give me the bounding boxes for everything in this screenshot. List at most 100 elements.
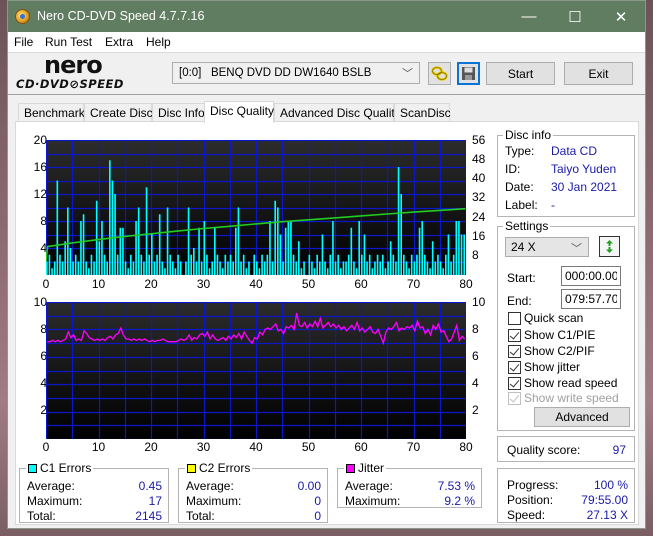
y-tick-label: 6 bbox=[40, 349, 47, 363]
c1-bar bbox=[200, 261, 203, 275]
c1-bar bbox=[376, 254, 379, 275]
checkmark-icon bbox=[508, 344, 521, 358]
y-tick-label: 20 bbox=[33, 133, 47, 147]
c1-bar bbox=[300, 268, 303, 275]
c1-color-swatch bbox=[28, 463, 37, 473]
tab-create-disc[interactable]: Create Disc bbox=[84, 103, 153, 122]
y-tick-label: 12 bbox=[33, 187, 47, 201]
end-time-input[interactable] bbox=[561, 289, 621, 309]
drive-select[interactable]: [0:0] BENQ DVD DD DW1640 BSLB ﹀ bbox=[172, 62, 420, 84]
y2-tick-label: 24 bbox=[472, 210, 486, 224]
x-tick-label: 20 bbox=[144, 277, 158, 291]
tab-disc-info[interactable]: Disc Info bbox=[152, 103, 205, 122]
c1-bar bbox=[151, 234, 153, 275]
y2-tick-label: 40 bbox=[472, 171, 486, 185]
c1-average-value: 0.45 bbox=[138, 479, 162, 493]
c2-average-value: 0.00 bbox=[297, 479, 321, 493]
jitter-color-swatch bbox=[346, 463, 355, 473]
c1-errors-title: C1 Errors bbox=[40, 461, 92, 475]
c1-maximum-value: 17 bbox=[148, 494, 162, 508]
y-tick-label: 10 bbox=[33, 295, 47, 309]
x-tick-label: 10 bbox=[91, 440, 106, 454]
checkmark-icon bbox=[508, 360, 521, 374]
c1-bar bbox=[340, 268, 342, 275]
c1-bar bbox=[400, 194, 403, 275]
y-tick-label: 4 bbox=[40, 376, 47, 390]
x-tick-label: 70 bbox=[406, 440, 421, 454]
checkmark-icon bbox=[508, 391, 521, 405]
c1-bar bbox=[279, 234, 282, 275]
speed-select[interactable]: 24 X ﹀ bbox=[505, 237, 589, 257]
c1-bar bbox=[127, 268, 130, 275]
c1-bar bbox=[174, 268, 177, 275]
c2-total-label: Total: bbox=[186, 509, 215, 523]
c1-bar bbox=[208, 268, 211, 275]
drive-config-button[interactable] bbox=[428, 62, 451, 85]
c1-bar bbox=[64, 241, 67, 275]
chevron-down-icon: ﹀ bbox=[571, 243, 582, 255]
c1-bar bbox=[350, 227, 353, 275]
disc-info-title: Disc info bbox=[503, 128, 554, 142]
x-tick-label: 60 bbox=[354, 440, 368, 454]
c1-bar bbox=[72, 261, 74, 275]
minimize-button[interactable]: — bbox=[506, 1, 552, 32]
c1-bar bbox=[274, 200, 276, 275]
c1-bar bbox=[169, 254, 172, 275]
show-c1-checkbox[interactable]: Show C1/PIE bbox=[508, 328, 595, 342]
menu-run-test[interactable]: Run Test bbox=[45, 35, 92, 49]
c1-bar bbox=[211, 261, 214, 275]
c1-bar bbox=[258, 268, 261, 275]
c1-bar bbox=[101, 221, 103, 275]
chevron-down-icon: ﹀ bbox=[402, 68, 413, 80]
c1-bar bbox=[371, 268, 374, 275]
settings-title: Settings bbox=[503, 219, 551, 233]
y2-tick-label: 8 bbox=[472, 322, 479, 336]
menu-extra[interactable]: Extra bbox=[105, 35, 133, 49]
c1-c2-error-chart bbox=[46, 140, 466, 275]
type-label: Type: bbox=[505, 144, 535, 158]
tab-disc-quality[interactable]: Disc Quality bbox=[204, 101, 274, 123]
c1-bar bbox=[347, 254, 350, 275]
menu-file[interactable]: File bbox=[14, 35, 33, 49]
c1-bar bbox=[143, 261, 145, 275]
disc-info-group: Disc info Type: Data CD ID: Taiyo Yuden Da… bbox=[497, 128, 635, 217]
tab-benchmark[interactable]: Benchmark bbox=[18, 103, 85, 122]
c1-bar bbox=[158, 214, 161, 275]
x-tick-label: 20 bbox=[144, 440, 158, 454]
toolbar: nero CD·DVD⊘SPEED [0:0] BENQ DVD DD DW16… bbox=[8, 51, 645, 95]
close-button[interactable]: ✕ bbox=[598, 1, 644, 32]
c1-bar bbox=[172, 261, 174, 275]
c1-bar bbox=[116, 254, 119, 275]
save-button[interactable] bbox=[457, 62, 480, 85]
type-value: Data CD bbox=[551, 144, 598, 158]
show-read-speed-checkbox[interactable]: Show read speed bbox=[508, 376, 617, 390]
start-button[interactable]: Start bbox=[486, 62, 555, 85]
quick-scan-checkbox[interactable]: Quick scan bbox=[508, 311, 583, 325]
x-tick-label: 40 bbox=[249, 277, 263, 291]
x-tick-label: 70 bbox=[406, 277, 421, 291]
tab-scandisc[interactable]: ScanDisc bbox=[394, 103, 451, 122]
c1-bar bbox=[221, 268, 224, 275]
y2-tick-label: 6 bbox=[472, 349, 479, 363]
c1-bar bbox=[313, 268, 316, 275]
c1-bar bbox=[242, 254, 245, 275]
advanced-button[interactable]: Advanced bbox=[534, 407, 630, 427]
tab-advanced-disc-quality[interactable]: Advanced Disc Quality bbox=[274, 103, 401, 122]
jitter-maximum-value: 9.2 % bbox=[444, 494, 475, 508]
c1-bar bbox=[392, 254, 395, 275]
c2-maximum-label: Maximum: bbox=[186, 494, 242, 508]
y-tick-label: 8 bbox=[40, 214, 47, 228]
c1-bar bbox=[46, 261, 48, 275]
show-jitter-checkbox[interactable]: Show jitter bbox=[508, 360, 580, 374]
c1-total-value: 2145 bbox=[135, 509, 162, 523]
show-c2-checkbox[interactable]: Show C2/PIF bbox=[508, 344, 595, 358]
start-time-input[interactable] bbox=[561, 266, 621, 286]
menu-help[interactable]: Help bbox=[146, 35, 171, 49]
c1-bar bbox=[240, 261, 242, 275]
c1-bar bbox=[463, 234, 466, 275]
exit-button[interactable]: Exit bbox=[564, 62, 633, 85]
refresh-speed-button[interactable] bbox=[599, 236, 620, 257]
c1-bar bbox=[177, 254, 179, 275]
maximize-button[interactable]: ☐ bbox=[552, 1, 598, 32]
c1-bar bbox=[67, 207, 69, 275]
